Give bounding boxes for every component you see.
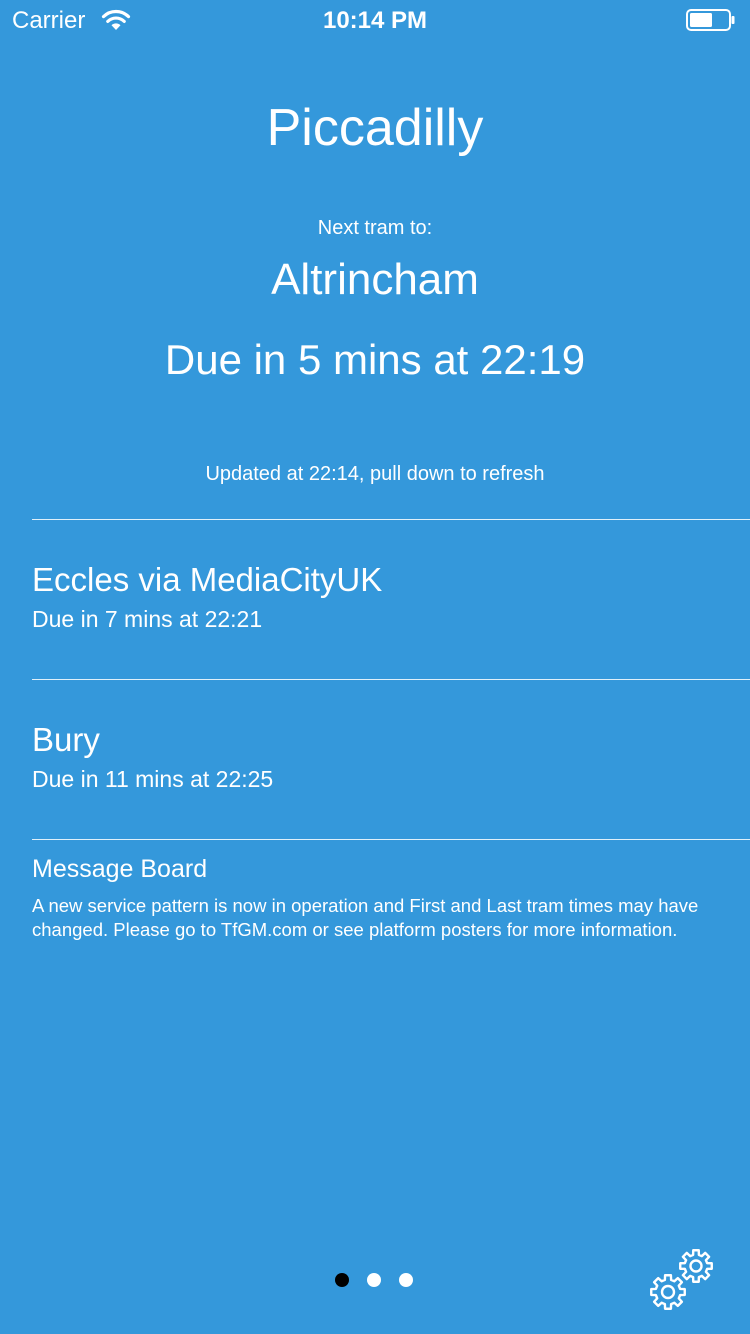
station-title: Piccadilly: [266, 99, 484, 157]
page-dot-1[interactable]: [335, 1273, 349, 1287]
departure-row: Eccles via MediaCityUK Due in 7 mins at …: [32, 560, 730, 634]
next-tram-label: Next tram to:: [317, 217, 433, 239]
divider: [32, 519, 750, 520]
message-board-title: Message Board: [32, 855, 208, 883]
battery-icon: [686, 9, 736, 31]
page-dot-3[interactable]: [399, 1273, 413, 1287]
status-time: 10:14 PM: [322, 7, 428, 34]
status-bar: Carrier 10:14 PM: [0, 0, 750, 40]
message-board-text: A new service pattern is now in operatio…: [32, 895, 699, 940]
page-control[interactable]: [335, 1273, 413, 1287]
divider: [32, 679, 750, 680]
departure-destination: Bury: [32, 721, 100, 758]
message-board: Message Board A new service pattern is n…: [32, 854, 722, 941]
departure-row: Bury Due in 11 mins at 22:25: [32, 720, 730, 794]
next-tram-destination: Altrincham: [271, 255, 479, 304]
departure-due: Due in 7 mins at 22:21: [32, 606, 263, 632]
settings-button[interactable]: [646, 1246, 716, 1312]
page-dot-2[interactable]: [367, 1273, 381, 1287]
divider: [32, 839, 750, 840]
departure-destination: Eccles via MediaCityUK: [32, 561, 383, 598]
departure-due: Due in 11 mins at 22:25: [32, 766, 274, 792]
gears-icon: [646, 1246, 716, 1312]
refresh-hint: Updated at 22:14, pull down to refresh: [205, 463, 545, 485]
next-tram-due: Due in 5 mins at 22:19: [164, 336, 586, 383]
